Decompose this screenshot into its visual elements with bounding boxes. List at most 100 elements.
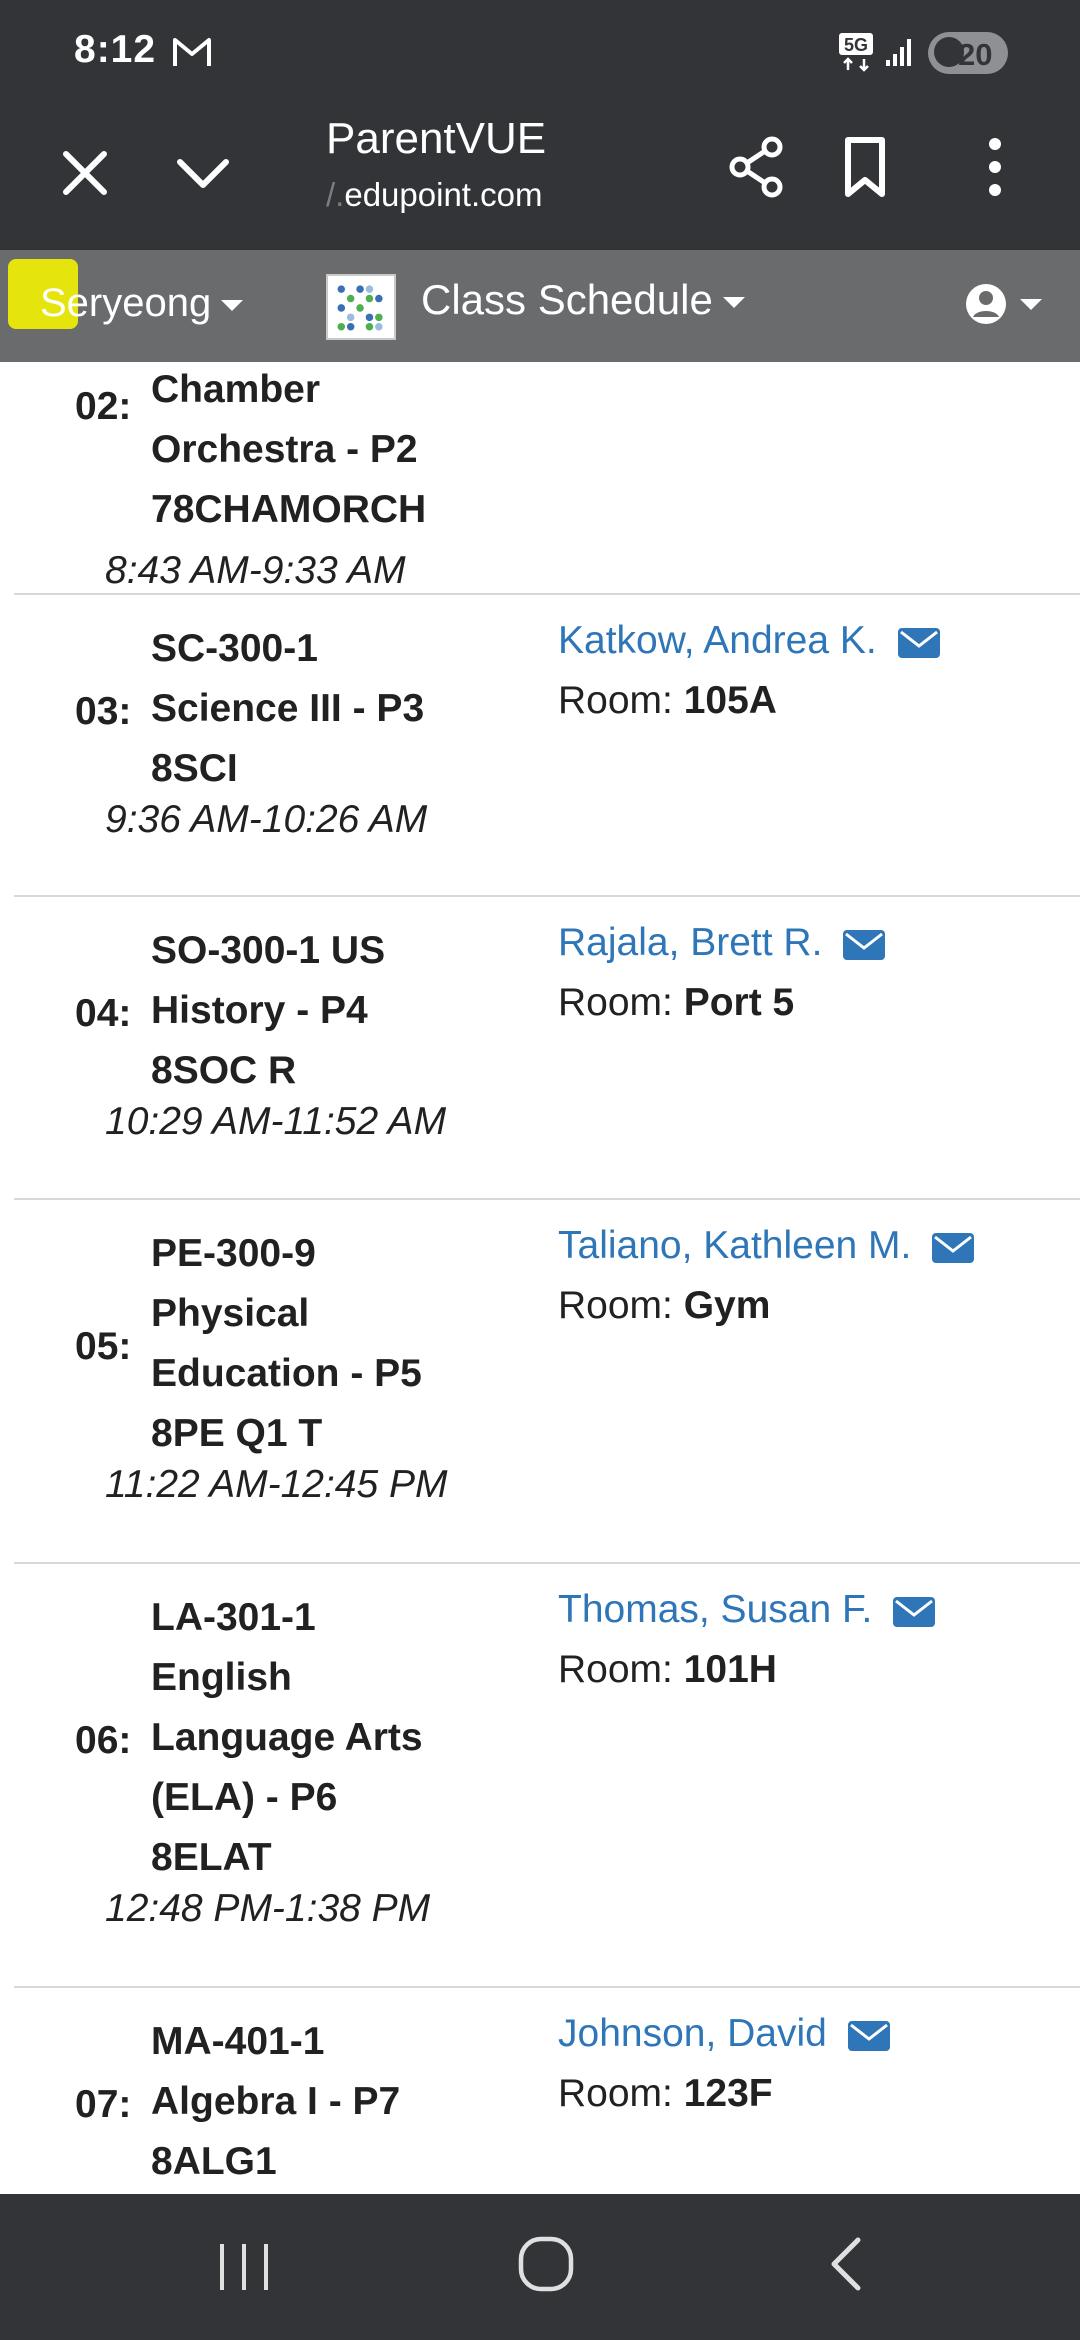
schedule-row: PE-300-9 Physical Education - P5 8PE Q1 … [14,1200,1080,1564]
room-label: Room: [558,2072,673,2115]
class-time: 11:22 AM-12:45 PM [105,1463,448,1506]
status-time: 8:12 [74,28,157,71]
course-line: SO-300-1 US [151,929,386,972]
course-line: LA-301-1 [151,1596,316,1639]
teacher-link[interactable]: Johnson, David [558,2012,890,2056]
room-number: 123F [683,2072,773,2115]
teacher-name[interactable]: Johnson, David [558,2012,827,2055]
chevron-down-icon[interactable] [168,138,238,208]
user-account-icon[interactable] [962,274,1052,334]
course-line: 8SOC R [151,1049,297,1092]
class-time: 10:29 AM-11:52 AM [105,1100,447,1143]
share-icon[interactable] [722,132,792,202]
page-selector[interactable]: Class Schedule [421,276,745,324]
room-number: Gym [683,1284,771,1327]
class-schedule-list: Chamber Orchestra - P2 78CHAMORCH 02: 8:… [0,362,1080,2194]
custom-tab-bar: ParentVUE /.edupoint.com [0,108,1080,250]
course-line: Physical [151,1292,310,1335]
svg-text:5G: 5G [844,35,868,55]
course-line: Language Arts [151,1716,423,1759]
course-info: SC-300-1 Science III - P3 8SCI [151,619,471,799]
schedule-row: Chamber Orchestra - P2 78CHAMORCH 02: 8:… [14,362,1080,595]
course-line: 8ELAT [151,1836,272,1879]
course-info: SO-300-1 US History - P4 8SOC R [151,921,471,1101]
period-number: 06: [75,1719,132,1762]
teacher-link[interactable]: Katkow, Andrea K. [558,619,940,663]
course-info: PE-300-9 Physical Education - P5 8PE Q1 … [151,1224,471,1464]
period-number: 05: [75,1325,132,1368]
room-label: Room: [558,1284,673,1327]
course-line: 8ALG1 [151,2140,277,2183]
system-navigation-bar [0,2194,1080,2340]
course-line: 78CHAMORCH [151,488,427,531]
period-number: 03: [75,690,132,733]
teacher-link[interactable]: Taliano, Kathleen M. [558,1224,975,1268]
class-time: 9:36 AM-10:26 AM [105,798,428,841]
caret-down-icon [722,297,745,309]
course-line: Education - P5 [151,1352,422,1395]
period-number: 07: [75,2083,132,2126]
course-line: Chamber [151,368,321,411]
course-info: LA-301-1 English Language Arts (ELA) - P… [151,1588,471,1888]
course-line: SC-300-1 [151,627,318,670]
course-line: 8SCI [151,747,238,790]
room-number: Port 5 [683,981,795,1024]
room-label: Room: [558,679,673,722]
room-info: Room: Port 5 [558,981,794,1025]
room-info: Room: 101H [558,1648,777,1692]
course-info: MA-401-1 Algebra I - P7 8ALG1 [151,2012,471,2192]
room-label: Room: [558,981,673,1024]
app-toolbar: Seryeong Class Schedule [0,250,1080,362]
email-icon[interactable] [897,627,940,658]
room-number: 101H [683,1648,777,1691]
course-line: MA-401-1 [151,2020,325,2063]
teacher-name[interactable]: Rajala, Brett R. [558,921,822,964]
course-line: History - P4 [151,989,368,1032]
room-info: Room: 123F [558,2072,773,2116]
course-line: 8PE Q1 T [151,1412,323,1455]
email-icon[interactable] [932,1232,975,1263]
battery-indicator: 20 [928,32,1008,74]
room-info: Room: 105A [558,679,777,723]
teacher-name[interactable]: Thomas, Susan F. [558,1588,872,1631]
home-icon[interactable] [516,2234,576,2294]
schedule-row: LA-301-1 English Language Arts (ELA) - P… [14,1564,1080,1988]
close-icon[interactable] [50,138,120,208]
schedule-row: SO-300-1 US History - P4 8SOC R 04: 10:2… [14,897,1080,1200]
schedule-row: SC-300-1 Science III - P3 8SCI 03: 9:36 … [14,595,1080,897]
schedule-row: MA-401-1 Algebra I - P7 8ALG1 07: Johnso… [14,1988,1080,2194]
back-icon[interactable] [822,2234,872,2294]
email-icon[interactable] [843,929,886,960]
course-line: Orchestra - P2 [151,428,418,471]
class-schedule-icon[interactable] [326,274,396,340]
page-url: /.edupoint.com [326,176,542,214]
battery-level: 20 [958,37,993,72]
status-bar: 8:12 5G 20 [0,0,1080,108]
recent-apps-icon[interactable] [214,2242,274,2292]
signal-icon [886,39,911,66]
teacher-link[interactable]: Rajala, Brett R. [558,921,886,965]
teacher-name[interactable]: Taliano, Kathleen M. [558,1224,911,1267]
room-number: 105A [683,679,777,722]
bookmark-icon[interactable] [830,132,900,202]
class-time: 12:48 PM-1:38 PM [105,1887,431,1930]
room-info: Room: Gym [558,1284,770,1328]
email-icon[interactable] [893,1596,936,1627]
page-title: ParentVUE [326,114,547,163]
teacher-link[interactable]: Thomas, Susan F. [558,1588,936,1632]
page-selector-label: Class Schedule [421,276,713,323]
teacher-name[interactable]: Katkow, Andrea K. [558,619,877,662]
period-number: 02: [75,385,132,428]
period-number: 04: [75,992,132,1035]
url-faded-prefix: /. [326,176,345,213]
caret-down-icon [221,299,244,311]
email-icon[interactable] [847,2020,890,2051]
5g-icon: 5G [839,33,873,72]
class-time: 8:43 AM-9:33 AM [105,549,406,592]
more-options-icon[interactable] [960,132,1030,202]
course-line: (ELA) - P6 [151,1776,338,1819]
student-name: Seryeong [40,281,244,326]
gmail-icon [173,38,211,66]
student-name-text: Seryeong [40,281,212,325]
course-line: English [151,1656,292,1699]
